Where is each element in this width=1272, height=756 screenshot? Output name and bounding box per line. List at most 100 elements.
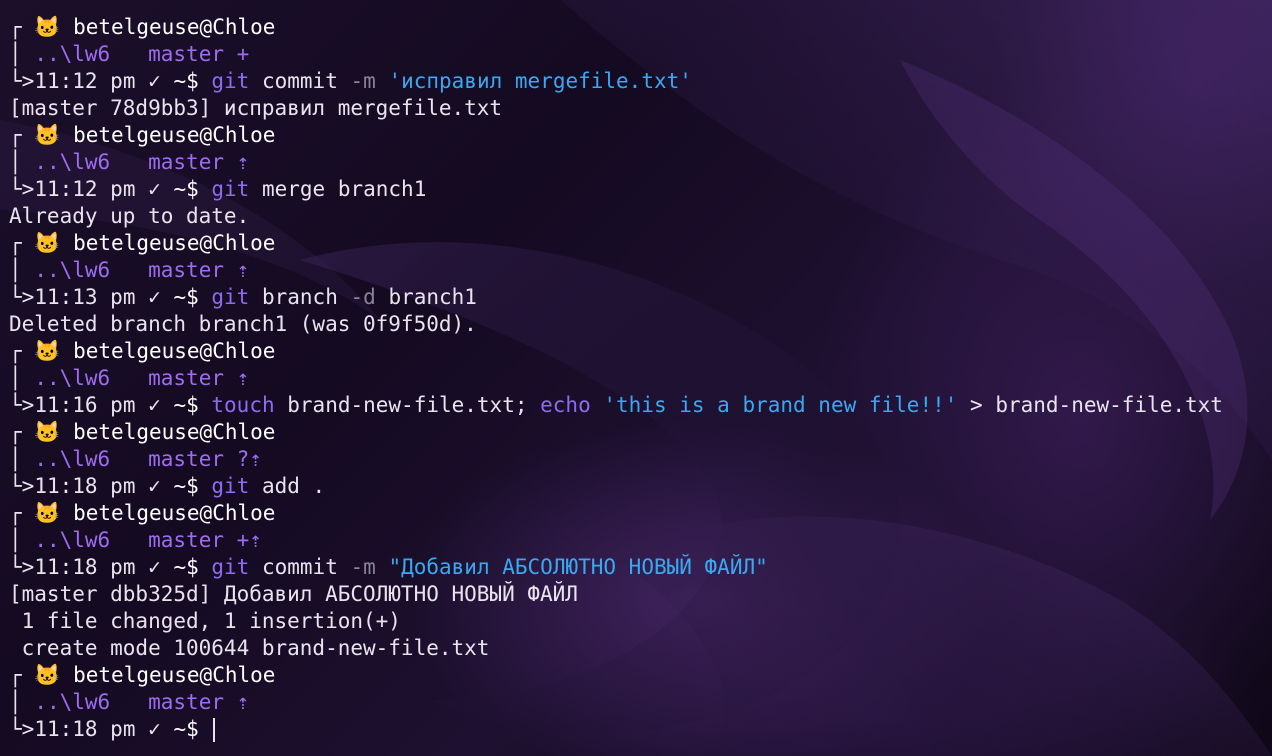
command-name: git (211, 69, 250, 93)
cat-icon: 🐱 (34, 501, 61, 525)
frame-pipe: │ (9, 366, 22, 390)
git-branch-name: master (148, 528, 224, 552)
check-icon: ✓ (148, 69, 161, 93)
command-flag: -d (350, 285, 376, 309)
frame-corner-bottom: └ (9, 177, 22, 201)
git-branch-name: master (148, 258, 224, 282)
frame-corner-bottom: └ (9, 393, 22, 417)
user-host: betelgeuse@Chloe (73, 231, 276, 255)
prompt-arrow: > (21, 393, 35, 417)
command-name: git (211, 474, 250, 498)
command-name: git (211, 177, 250, 201)
prompt-symbol: ~$ (173, 717, 199, 741)
command-string-arg: 'исправил mergefile.txt' (388, 69, 692, 93)
prompt-user-line: ┌ 🐱 betelgeuse@Chloe (9, 662, 1267, 689)
command-name: echo (540, 393, 591, 417)
git-status: ⇡ (236, 150, 250, 174)
git-branch-name: master (148, 42, 224, 66)
prompt-symbol: ~$ (173, 555, 199, 579)
user-host: betelgeuse@Chloe (73, 339, 276, 363)
prompt-time: 11:12 pm (34, 69, 136, 93)
check-icon: ✓ (148, 177, 161, 201)
frame-corner-top: ┌ (9, 420, 22, 444)
text-cursor[interactable] (213, 718, 216, 742)
prompt-time: 11:18 pm (34, 474, 136, 498)
prompt-symbol: ~$ (173, 393, 199, 417)
prompt-symbol: ~$ (173, 285, 199, 309)
prompt-user-line: ┌ 🐱 betelgeuse@Chloe (9, 14, 1267, 41)
prompt-arrow: > (21, 717, 35, 741)
frame-pipe: │ (9, 150, 22, 174)
git-status: ⇡ (236, 366, 250, 390)
command-arg: branch (261, 285, 338, 309)
check-icon: ✓ (148, 555, 161, 579)
frame-pipe: │ (9, 447, 22, 471)
prompt-user-line: ┌ 🐱 betelgeuse@Chloe (9, 122, 1267, 149)
prompt-user-line: ┌ 🐱 betelgeuse@Chloe (9, 500, 1267, 527)
frame-pipe: │ (9, 258, 22, 282)
output-text: Already up to date. (9, 204, 250, 228)
git-status: ?⇡ (236, 447, 262, 471)
command-output-line: [master 78d9bb3] исправил mergefile.txt (9, 95, 1267, 122)
prompt-arrow: > (21, 285, 35, 309)
command-output-line: Already up to date. (9, 203, 1267, 230)
output-text: [master dbb325d] Добавил АБСОЛЮТНО НОВЫЙ… (9, 582, 578, 606)
prompt-time: 11:18 pm (34, 555, 136, 579)
command-output-line: Deleted branch branch1 (was 0f9f50d). (9, 311, 1267, 338)
prompt-user-line: ┌ 🐱 betelgeuse@Chloe (9, 230, 1267, 257)
directory-path: ..\lw6 (34, 366, 111, 390)
user-host: betelgeuse@Chloe (73, 15, 276, 39)
cat-icon: 🐱 (34, 15, 61, 39)
git-status: +⇡ (236, 528, 262, 552)
prompt-command-line: └>11:12 pm ✓ ~$ git commit -m 'исправил … (9, 68, 1267, 95)
prompt-symbol: ~$ (173, 69, 199, 93)
command-output-line: create mode 100644 brand-new-file.txt (9, 635, 1267, 662)
prompt-path-line: │ ..\lw6 master + (9, 41, 1267, 68)
terminal-output[interactable]: ┌ 🐱 betelgeuse@Chloe │ ..\lw6 master + └>1… (9, 14, 1267, 754)
frame-corner-top: ┌ (9, 231, 22, 255)
command-arg: branch1 (388, 285, 477, 309)
command-flag: -m (350, 555, 376, 579)
command-output-line: 1 file changed, 1 insertion(+) (9, 608, 1267, 635)
prompt-path-line: │ ..\lw6 master ⇡ (9, 149, 1267, 176)
git-status: ⇡ (236, 690, 250, 714)
prompt-command-line: └>11:13 pm ✓ ~$ git branch -d branch1 (9, 284, 1267, 311)
user-host: betelgeuse@Chloe (73, 501, 276, 525)
frame-corner-top: ┌ (9, 501, 22, 525)
command-arg: brand-new-file.txt; (287, 393, 528, 417)
command-name: git (211, 555, 250, 579)
prompt-arrow: > (21, 474, 35, 498)
command-flag: -m (350, 69, 376, 93)
prompt-path-line: │ ..\lw6 master ⇡ (9, 257, 1267, 284)
git-status: + (236, 42, 250, 66)
prompt-path-line: │ ..\lw6 master ⇡ (9, 689, 1267, 716)
prompt-time: 11:12 pm (34, 177, 136, 201)
frame-corner-bottom: └ (9, 717, 22, 741)
output-text: 1 file changed, 1 insertion(+) (9, 609, 401, 633)
cat-icon: 🐱 (34, 339, 61, 363)
prompt-time: 11:16 pm (34, 393, 136, 417)
frame-corner-bottom: └ (9, 555, 22, 579)
cat-icon: 🐱 (34, 663, 61, 687)
command-name: touch (211, 393, 275, 417)
git-branch-name: master (148, 690, 224, 714)
user-host: betelgeuse@Chloe (73, 123, 276, 147)
prompt-path-line: │ ..\lw6 master ?⇡ (9, 446, 1267, 473)
frame-corner-top: ┌ (9, 15, 22, 39)
frame-corner-top: ┌ (9, 339, 22, 363)
prompt-user-line: ┌ 🐱 betelgeuse@Chloe (9, 338, 1267, 365)
output-text: create mode 100644 brand-new-file.txt (9, 636, 490, 660)
directory-path: ..\lw6 (34, 150, 111, 174)
prompt-arrow: > (21, 555, 35, 579)
frame-pipe: │ (9, 42, 22, 66)
prompt-command-line: └>11:18 pm ✓ ~$ git add . (9, 473, 1267, 500)
user-host: betelgeuse@Chloe (73, 663, 276, 687)
frame-corner-top: ┌ (9, 663, 22, 687)
prompt-command-line: └>11:16 pm ✓ ~$ touch brand-new-file.txt… (9, 392, 1267, 419)
command-name: git (211, 285, 250, 309)
check-icon: ✓ (148, 285, 161, 309)
command-arg: > brand-new-file.txt (970, 393, 1223, 417)
cat-icon: 🐱 (34, 123, 61, 147)
directory-path: ..\lw6 (34, 447, 111, 471)
prompt-command-line: └>11:18 pm ✓ ~$ git commit -m "Добавил А… (9, 554, 1267, 581)
